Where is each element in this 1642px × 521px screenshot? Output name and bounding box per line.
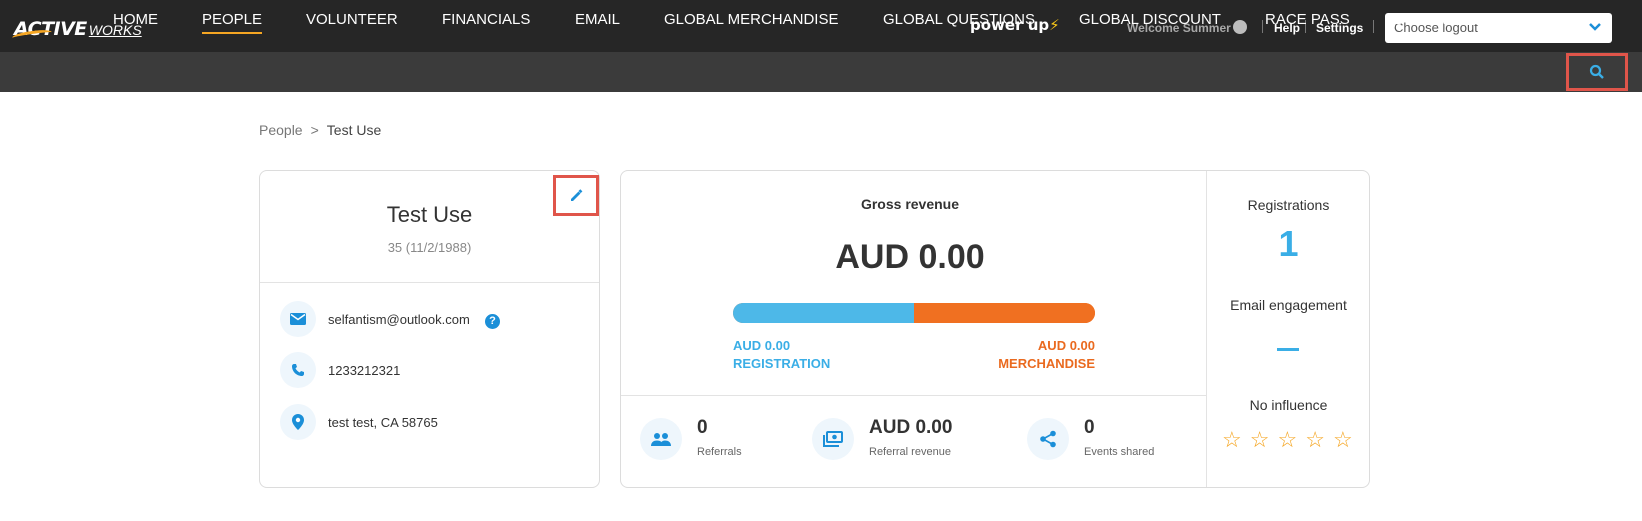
breadcrumb-current: Test Use	[326, 122, 382, 138]
email-value[interactable]: selfantism@outlook.com	[328, 312, 470, 327]
registrations-value: 1	[1278, 223, 1299, 264]
star-icon: ☆	[1222, 427, 1242, 452]
star-icon: ☆	[1249, 427, 1270, 452]
address-value: test test, CA 58765	[328, 415, 438, 430]
nav-race-pass[interactable]: RACE PASS	[1265, 11, 1350, 28]
nav-email[interactable]: EMAIL	[575, 11, 620, 28]
gross-revenue-value: AUD 0.00	[835, 238, 985, 276]
influence-star-rating: ☆ ☆ ☆ ☆ ☆	[1222, 429, 1353, 451]
divider	[1206, 171, 1207, 487]
phone-value: 1233212321	[328, 363, 401, 378]
lightning-icon: ⚡	[1049, 16, 1060, 34]
revenue-split-bar	[733, 303, 1095, 323]
help-icon[interactable]: ?	[485, 314, 500, 329]
main-nav	[0, 52, 1642, 92]
registrations-title: Registrations	[1247, 197, 1330, 213]
pencil-icon	[571, 188, 583, 201]
divider	[1373, 20, 1374, 33]
search-button[interactable]	[1566, 53, 1628, 91]
referrals-value: 0	[697, 417, 708, 438]
nav-global-discount[interactable]: GLOBAL DISCOUNT	[1079, 11, 1221, 28]
registration-revenue-value: AUD 0.00	[733, 338, 791, 353]
globe-icon[interactable]	[1233, 20, 1247, 34]
nav-global-merchandise[interactable]: GLOBAL MERCHANDISE	[664, 11, 839, 28]
money-icon	[812, 418, 854, 460]
breadcrumb: People > Test Use	[259, 122, 381, 138]
divider	[260, 282, 599, 283]
search-icon	[1589, 64, 1604, 79]
nav-document[interactable]: DOCUMENT	[1394, 11, 1481, 28]
star-icon: ☆	[1277, 427, 1298, 452]
star-icon: ☆	[1305, 427, 1325, 452]
merchandise-revenue-label: MERCHANDISE	[998, 356, 1095, 371]
star-icon: ☆	[1332, 427, 1353, 452]
person-age-dob: 35 (11/2/1988)	[387, 240, 472, 255]
influence-title: No influence	[1249, 397, 1328, 413]
divider	[621, 395, 1206, 396]
chevron-down-icon	[1588, 20, 1602, 35]
gross-revenue-title: Gross revenue	[860, 196, 960, 212]
nav-global-questions[interactable]: GLOBAL QUESTIONS	[883, 11, 1035, 28]
nav-home[interactable]: HOME	[113, 11, 158, 28]
events-shared-label: Events shared	[1084, 446, 1155, 458]
email-engagement-empty-dash	[1277, 348, 1299, 351]
registration-segment	[733, 303, 914, 323]
referral-revenue-label: Referral revenue	[869, 446, 951, 458]
breadcrumb-separator: >	[310, 122, 319, 138]
nav-volunteer[interactable]: VOLUNTEER	[306, 11, 398, 28]
merchandise-revenue-value: AUD 0.00	[1037, 338, 1095, 353]
referrals-label: Referrals	[697, 446, 742, 458]
person-name: Test Use	[386, 202, 473, 227]
phone-icon	[280, 352, 316, 388]
breadcrumb-people[interactable]: People	[259, 122, 303, 138]
nav-financials[interactable]: FINANCIALS	[442, 11, 530, 28]
nav-people[interactable]: PEOPLE	[202, 11, 263, 34]
events-shared-value: 0	[1084, 417, 1095, 438]
divider	[1262, 20, 1263, 33]
share-icon	[1027, 418, 1069, 460]
location-pin-icon	[280, 404, 316, 440]
merchandise-segment	[914, 303, 1095, 323]
registration-revenue-label: REGISTRATION	[733, 356, 831, 371]
referral-revenue-value: AUD 0.00	[869, 417, 953, 438]
email-icon	[280, 301, 316, 337]
people-group-icon	[640, 418, 682, 460]
email-engagement-title: Email engagement	[1230, 297, 1347, 313]
